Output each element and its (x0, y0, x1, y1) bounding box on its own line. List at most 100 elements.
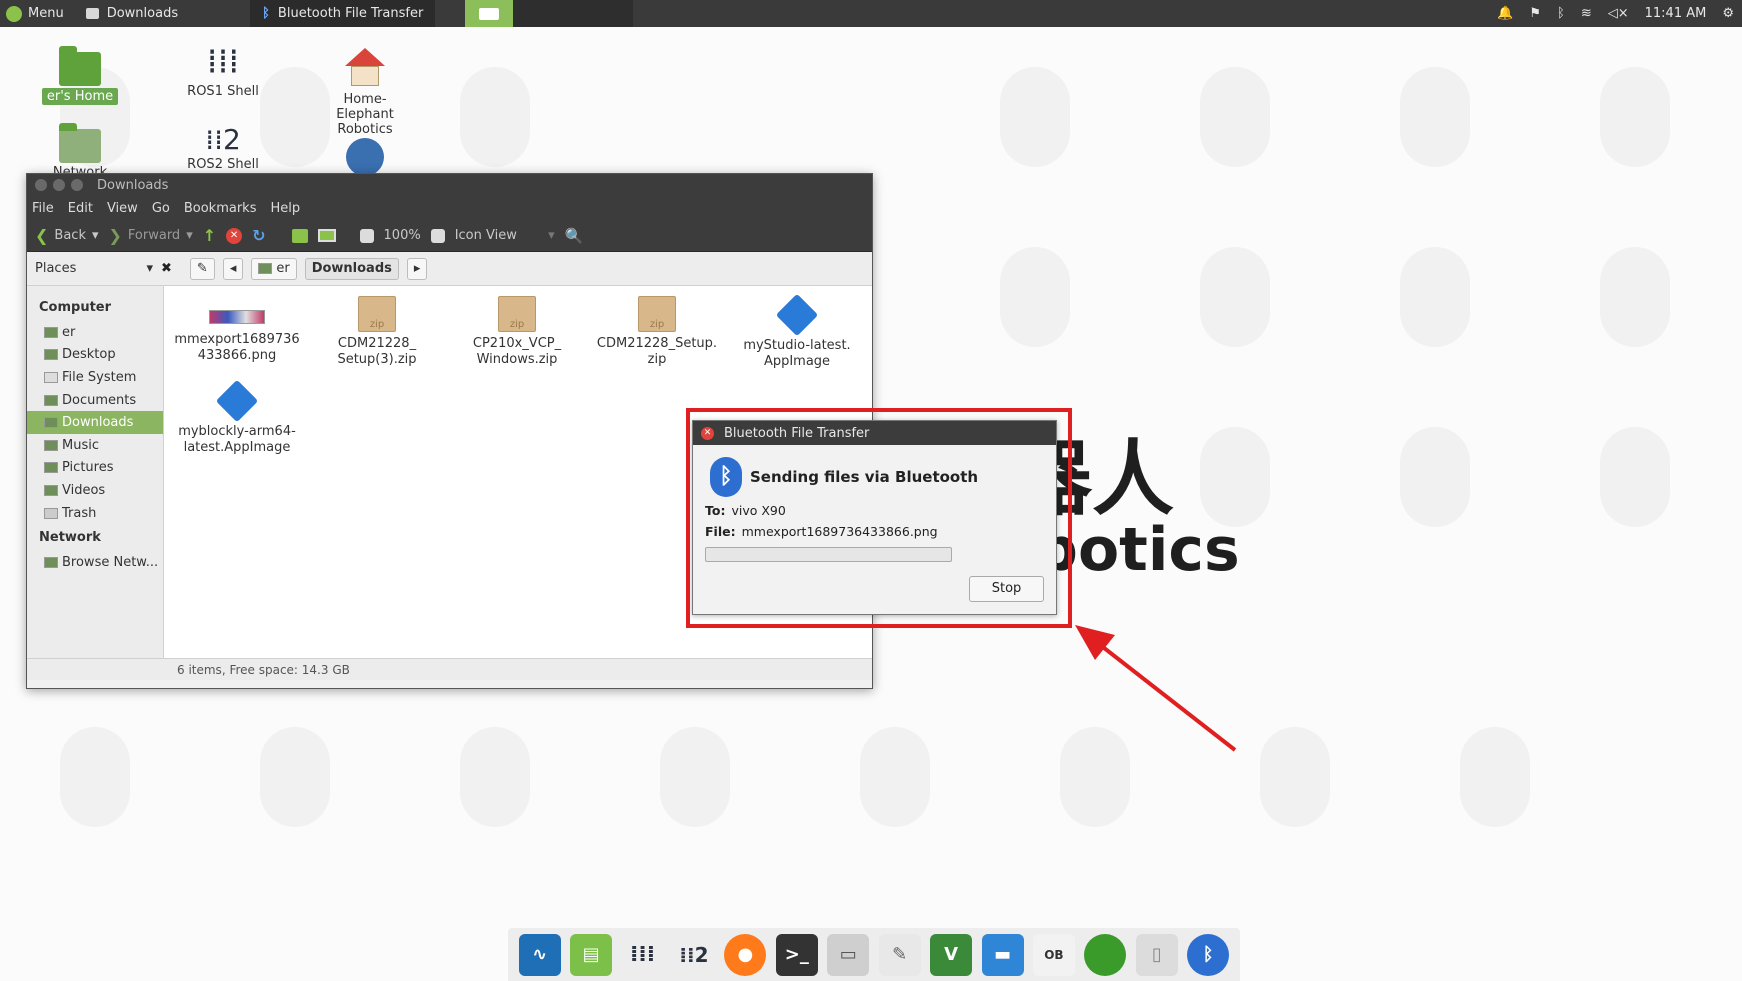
menu-go[interactable]: Go (152, 201, 170, 216)
workspace-switcher-1[interactable] (465, 0, 514, 27)
zip-archive-icon: zip (498, 296, 536, 332)
annotation-arrow (1075, 625, 1237, 752)
updates-icon[interactable]: ⚑ (1529, 6, 1541, 21)
sidebar-item-music[interactable]: Music (27, 434, 163, 457)
breadcrumb-home[interactable]: er (251, 257, 297, 280)
computer-icon[interactable] (317, 229, 336, 242)
volume-muted-icon[interactable]: ◁× (1608, 6, 1629, 21)
desktop-icon-elephant-robotics[interactable]: Home-Elephant Robotics (315, 46, 415, 137)
edit-location-button[interactable]: ✎ (189, 257, 215, 280)
desktop-icon-ros2-shell[interactable]: ⁞⁞2 ROS2 Shell (173, 123, 273, 173)
menu-view[interactable]: View (107, 201, 138, 216)
menubar: File Edit View Go Bookmarks Help (27, 196, 872, 220)
dock-files-icon[interactable]: ▤ (570, 933, 613, 976)
sidebar-item-label: er (62, 324, 76, 340)
zoom-out-icon[interactable] (359, 228, 374, 243)
file-name-line1: CDM21228_Setup. (596, 336, 718, 351)
dock-firefox-icon[interactable]: ● (724, 933, 767, 976)
task-bluetooth-transfer[interactable]: ᛒ Bluetooth File Transfer (250, 0, 436, 27)
file-item[interactable]: myStudio-latest. AppImage (732, 293, 862, 370)
sidebar-item-trash[interactable]: Trash (27, 502, 163, 525)
file-item[interactable]: myblockly-arm64- latest.AppImage (172, 379, 302, 456)
file-item[interactable]: zip CP210x_VCP_ Windows.zip (452, 296, 582, 368)
dock-office-icon[interactable]: OB (1032, 933, 1075, 976)
sidebar-item-downloads[interactable]: Downloads (27, 411, 163, 434)
dock-monitor-app-icon[interactable]: ∿ (518, 933, 561, 976)
back-label: Back (54, 228, 86, 243)
annotation-highlight-box (686, 408, 1072, 628)
sidebar: Computer er Desktop File System Document… (27, 286, 164, 658)
dock-window-icon[interactable]: ▬ (981, 933, 1024, 976)
desktop-icon (44, 349, 58, 361)
task-downloads[interactable]: Downloads (74, 0, 190, 27)
ros2-grid-icon: ⁞⁞2 (205, 123, 241, 156)
reload-icon[interactable]: ↻ (252, 226, 265, 245)
sidebar-item-desktop[interactable]: Desktop (27, 344, 163, 367)
workspace-switcher-3[interactable] (573, 0, 634, 27)
wifi-icon[interactable]: ≋ (1581, 6, 1592, 21)
menu-button[interactable]: Menu (0, 0, 74, 27)
forward-button[interactable]: ❯ Forward ▾ (109, 226, 193, 245)
back-button[interactable]: ❮ Back ▾ (35, 226, 99, 245)
sidebar-item-label: Videos (62, 482, 106, 498)
menu-bookmarks[interactable]: Bookmarks (184, 201, 257, 216)
sidebar-item-browse-network[interactable]: Browse Netw... (27, 551, 163, 574)
close-sidebar-icon[interactable]: ✖ (161, 261, 172, 276)
dock-bluetooth-icon[interactable]: ᛒ (1187, 933, 1230, 976)
menu-help[interactable]: Help (270, 201, 300, 216)
menu-edit[interactable]: Edit (68, 201, 93, 216)
stop-icon[interactable]: ✕ (226, 227, 243, 244)
dock-file-manager-icon[interactable]: ▭ (827, 933, 870, 976)
chevron-down-icon: ▾ (146, 261, 153, 276)
home-folder-toolbar-icon[interactable] (291, 228, 308, 243)
minimize-icon[interactable] (53, 179, 65, 191)
chevron-down-icon[interactable]: ▾ (92, 228, 99, 243)
sidebar-item-documents[interactable]: Documents (27, 389, 163, 412)
places-select[interactable]: Places ▾ (35, 261, 153, 276)
desktop-icon-ros1-shell[interactable]: ⁞⁞⁞ ROS1 Shell (173, 40, 273, 99)
notifications-icon[interactable]: 🔔 (1497, 6, 1513, 21)
menu-file[interactable]: File (32, 201, 54, 216)
maximize-icon[interactable] (71, 179, 83, 191)
forward-arrow-icon: ❯ (108, 226, 122, 245)
folder-icon (85, 8, 99, 19)
sidebar-item-label: Pictures (62, 460, 114, 476)
breadcrumb-current[interactable]: Downloads (304, 257, 399, 280)
view-mode-select[interactable]: Icon View ▾ (455, 228, 555, 243)
dock-trash-icon[interactable]: ▯ (1135, 933, 1178, 976)
dock-ros1-icon[interactable]: ⁞⁞⁞ (622, 934, 664, 976)
dock-green-app-icon[interactable] (1084, 933, 1127, 976)
menu-label: Menu (28, 6, 64, 21)
zoom-in-icon[interactable] (430, 228, 445, 243)
breadcrumb-left-button[interactable]: ◂ (222, 257, 244, 280)
up-arrow-icon[interactable]: ↑ (203, 226, 216, 245)
dock-terminal-icon[interactable]: >_ (775, 933, 818, 976)
file-item[interactable]: zip CDM21228_ Setup(3).zip (312, 296, 442, 368)
file-name-line1: CDM21228_ (337, 336, 417, 351)
search-icon[interactable]: 🔍 (565, 227, 584, 245)
sidebar-heading-computer: Computer (39, 300, 112, 315)
clock[interactable]: 11:41 AM (1645, 6, 1707, 21)
sidebar-item-filesystem[interactable]: File System (27, 366, 163, 389)
desktop-icon-network-servers[interactable]: Network Servers (30, 123, 130, 173)
chevron-down-icon[interactable]: ▾ (186, 228, 193, 243)
home-house-icon (345, 48, 385, 88)
sidebar-item-home[interactable]: er (27, 321, 163, 344)
sidebar-item-pictures[interactable]: Pictures (27, 457, 163, 480)
breadcrumb-right-button[interactable]: ▸ (406, 257, 428, 280)
file-item[interactable]: zip CDM21228_Setup. zip (592, 296, 722, 368)
desktop-icon-label: Network Servers (52, 165, 108, 173)
close-icon[interactable] (35, 179, 47, 191)
desktop-icon-web-browser[interactable] (315, 138, 415, 173)
dock-ros2-icon[interactable]: ⁞⁞2 (673, 934, 715, 976)
window-titlebar[interactable]: Downloads (27, 174, 872, 196)
file-name-line2: AppImage (763, 354, 831, 369)
desktop-icon-home[interactable]: er's Home (30, 46, 130, 105)
sidebar-item-videos[interactable]: Videos (27, 479, 163, 502)
workspace-switcher-2[interactable] (513, 0, 574, 27)
dock-text-editor-icon[interactable]: ✎ (878, 933, 921, 976)
bluetooth-tray-icon[interactable]: ᛒ (1557, 6, 1565, 21)
file-item[interactable]: mmexport1689736 433866.png (172, 296, 302, 364)
settings-gear-icon[interactable]: ⚙ (1722, 6, 1734, 21)
dock-vim-icon[interactable]: V (930, 933, 973, 976)
